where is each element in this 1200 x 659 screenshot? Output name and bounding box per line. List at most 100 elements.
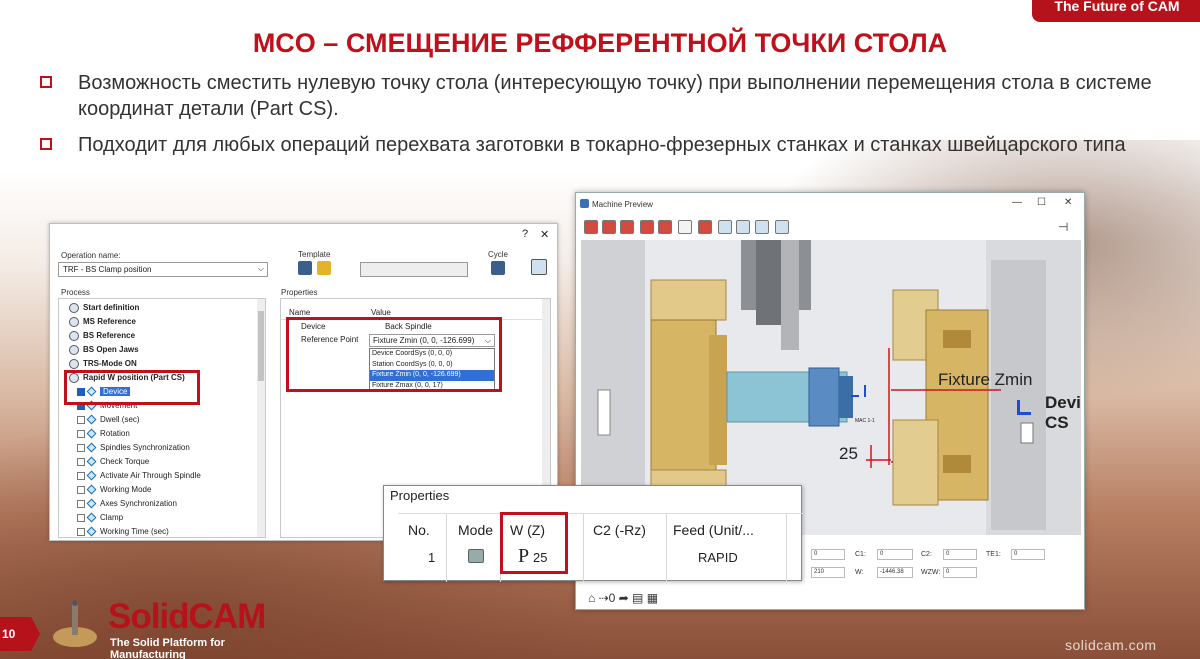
operation-icon bbox=[69, 331, 79, 341]
view-machine-icon[interactable] bbox=[620, 220, 634, 234]
close-button[interactable]: ✕ bbox=[1064, 197, 1072, 208]
view-tool-icon[interactable] bbox=[640, 220, 654, 234]
template-combo[interactable] bbox=[360, 262, 468, 277]
tree-item[interactable]: MS Reference bbox=[69, 317, 136, 330]
brand-tab: The Future of CAM bbox=[1032, 0, 1200, 22]
tree-item[interactable]: Spindles Synchronization bbox=[77, 442, 190, 456]
status-label: C2: bbox=[921, 551, 932, 558]
tree-item[interactable]: Start definition bbox=[69, 303, 139, 316]
operation-icon bbox=[69, 303, 79, 313]
maximize-button[interactable]: ☐ bbox=[1037, 197, 1046, 208]
tree-item-label: MS Reference bbox=[83, 317, 136, 327]
logo-mark-icon bbox=[53, 600, 97, 647]
view-table-icon[interactable] bbox=[755, 220, 769, 234]
tree-item-label: Activate Air Through Spindle bbox=[100, 471, 201, 480]
pencil-icon[interactable] bbox=[468, 549, 484, 563]
status-field: 0 bbox=[877, 549, 913, 560]
name-header: Name bbox=[289, 308, 311, 317]
tree-item[interactable]: Check Torque bbox=[77, 456, 150, 470]
tree-item[interactable]: Axes Synchronization bbox=[77, 498, 177, 512]
tree-item-label: Check Torque bbox=[100, 457, 150, 466]
checkbox[interactable] bbox=[77, 429, 85, 438]
operation-icon bbox=[69, 345, 79, 355]
machine-preview-icon[interactable] bbox=[531, 259, 547, 275]
status-field: 0 bbox=[943, 567, 977, 578]
save-template-icon[interactable] bbox=[298, 261, 312, 275]
offset-label: 25 bbox=[839, 444, 858, 463]
properties-label: Properties bbox=[281, 288, 318, 297]
device-cs-label: Device CS bbox=[1045, 393, 1081, 432]
diamond-icon bbox=[86, 498, 97, 509]
status-label: WZW: bbox=[921, 569, 941, 576]
view-solid-icon[interactable] bbox=[584, 220, 598, 234]
tree-item[interactable]: Activate Air Through Spindle bbox=[77, 470, 201, 484]
cycle-label: Cycle bbox=[488, 250, 509, 259]
tree-item[interactable]: Rotation bbox=[77, 428, 130, 442]
tree-item[interactable]: Clamp bbox=[77, 512, 124, 526]
bullet-box-icon bbox=[40, 138, 52, 150]
tree-item[interactable]: Working Time (sec) bbox=[77, 526, 169, 537]
tree-item-label: Clamp bbox=[100, 513, 124, 522]
operation-icon bbox=[69, 317, 79, 327]
view-stock-icon[interactable] bbox=[698, 220, 712, 234]
diamond-icon bbox=[86, 484, 97, 495]
view-axes-icon[interactable] bbox=[718, 220, 732, 234]
process-tree: Start definition MS Reference BS Reference… bbox=[58, 298, 266, 538]
diamond-icon bbox=[86, 512, 97, 523]
diamond-icon bbox=[86, 526, 97, 537]
tree-item-label: Spindles Synchronization bbox=[100, 443, 190, 452]
checkbox[interactable] bbox=[77, 471, 85, 480]
checkbox[interactable] bbox=[77, 485, 85, 494]
tree-item[interactable]: Working Mode bbox=[77, 484, 151, 498]
checkbox[interactable] bbox=[77, 457, 85, 466]
save-cycle-icon[interactable] bbox=[491, 261, 505, 275]
status-label: TE1: bbox=[986, 551, 1001, 558]
pin-icon[interactable]: ⊣ bbox=[1058, 220, 1068, 234]
operation-name-combo[interactable]: TRF - BS Clamp position ⌵ bbox=[58, 262, 268, 277]
diamond-icon bbox=[86, 414, 97, 425]
view-wire-icon[interactable] bbox=[602, 220, 616, 234]
close-icon[interactable]: ✕ bbox=[540, 228, 549, 241]
minimize-button[interactable]: — bbox=[1012, 197, 1022, 208]
status-field: 210 bbox=[811, 567, 845, 578]
open-folder-icon[interactable] bbox=[317, 261, 331, 275]
cell-feed[interactable]: RAPID bbox=[698, 550, 738, 565]
scrollbar-thumb[interactable] bbox=[258, 311, 264, 381]
help-icon[interactable]: ? bbox=[522, 228, 528, 240]
highlight-rapid-device bbox=[64, 370, 200, 405]
slide-title: MCO – СМЕЩЕНИЕ РЕФФЕРЕНТНОЙ ТОЧКИ СТОЛА bbox=[252, 28, 948, 58]
diamond-icon bbox=[86, 442, 97, 453]
operation-name-label: Operation name: bbox=[61, 251, 121, 260]
tree-item-label: Start definition bbox=[83, 303, 140, 313]
tree-item[interactable]: Dwell (sec) bbox=[77, 414, 140, 428]
tree-item[interactable]: BS Open Jaws bbox=[69, 345, 139, 358]
process-label: Process bbox=[61, 288, 90, 297]
bottom-toolbar[interactable]: ⌂ ⇢0 ➦ ▤ ▦ bbox=[588, 591, 658, 605]
app-icon bbox=[580, 199, 589, 208]
tree-item-label: BS Open Jaws bbox=[83, 345, 139, 355]
view-grid-icon[interactable] bbox=[736, 220, 750, 234]
cell-no: 1 bbox=[428, 550, 436, 565]
bullet-item: Возможность сместить нулевую точку стола… bbox=[40, 70, 1160, 122]
tree-scrollbar[interactable] bbox=[257, 299, 265, 537]
col-header-feed: Feed (Unit/... bbox=[673, 522, 754, 538]
diamond-icon bbox=[86, 470, 97, 481]
diamond-icon bbox=[86, 456, 97, 467]
view-fixture-icon[interactable] bbox=[678, 220, 692, 234]
status-field: 0 bbox=[943, 549, 977, 560]
mac-label: MAC 1-1 bbox=[855, 418, 875, 424]
template-label: Template bbox=[298, 250, 331, 259]
col-header-no: No. bbox=[408, 522, 430, 538]
checkbox[interactable] bbox=[77, 527, 85, 536]
checkbox[interactable] bbox=[77, 415, 85, 424]
checkbox[interactable] bbox=[77, 499, 85, 508]
tree-item[interactable]: BS Reference bbox=[69, 331, 135, 344]
view-holder-icon[interactable] bbox=[658, 220, 672, 234]
checkbox[interactable] bbox=[77, 443, 85, 452]
highlight-w-column bbox=[500, 512, 568, 574]
properties-title: Properties bbox=[390, 488, 450, 503]
checkbox[interactable] bbox=[77, 513, 85, 522]
status-label: C1: bbox=[855, 551, 866, 558]
col-header-mode: Mode bbox=[458, 522, 494, 538]
view-orientation-icon[interactable] bbox=[775, 220, 789, 234]
